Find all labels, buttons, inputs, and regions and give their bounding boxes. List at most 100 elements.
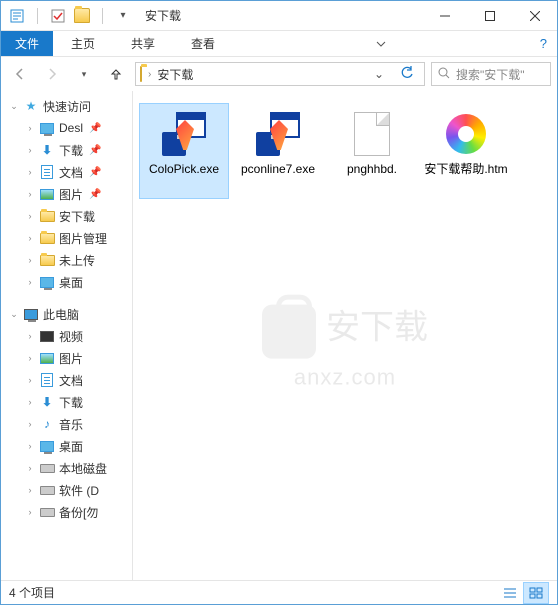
expand-icon[interactable]: ›: [25, 233, 35, 243]
chevron-right-icon[interactable]: ›: [148, 69, 151, 80]
item-count: 4 个项目: [9, 584, 55, 601]
sidebar-item-label: 图片管理: [59, 230, 107, 247]
sidebar-item-label: 安下载: [59, 208, 95, 225]
drive-icon: [39, 460, 55, 476]
sidebar-this-pc[interactable]: ⌄ 此电脑: [1, 303, 132, 325]
breadcrumb[interactable]: 安下载: [157, 66, 193, 83]
address-dropdown-icon[interactable]: ⌄: [370, 67, 388, 81]
expand-icon[interactable]: ›: [25, 419, 35, 429]
main-area: ⌄ ★ 快速访问 ›Desl📌›⬇下载📌›文档📌›图片📌›安下载›图片管理›未上…: [1, 91, 557, 580]
sidebar-item[interactable]: › 图片管理: [1, 227, 132, 249]
folder-icon[interactable]: [74, 8, 90, 24]
ribbon-expand-icon[interactable]: [366, 31, 396, 56]
separator: [37, 8, 38, 24]
expand-icon[interactable]: ›: [25, 211, 35, 221]
collapse-icon[interactable]: ⌄: [9, 309, 19, 320]
expand-icon[interactable]: ›: [25, 397, 35, 407]
recent-dropdown-icon[interactable]: ▾: [71, 61, 97, 87]
sidebar-item[interactable]: ›♪音乐: [1, 413, 132, 435]
folder-icon: [39, 208, 55, 224]
desktop-icon: [39, 438, 55, 454]
file-item[interactable]: pconline7.exe: [233, 103, 323, 199]
sidebar-item[interactable]: ›Desl📌: [1, 117, 132, 139]
navigation-pane[interactable]: ⌄ ★ 快速访问 ›Desl📌›⬇下载📌›文档📌›图片📌›安下载›图片管理›未上…: [1, 91, 133, 580]
expand-icon[interactable]: ›: [25, 277, 35, 287]
collapse-icon[interactable]: ⌄: [9, 101, 19, 112]
tab-home[interactable]: 主页: [53, 31, 113, 56]
quick-access-toolbar: ▾ 安下载: [1, 7, 181, 24]
sidebar-item[interactable]: ›⬇下载: [1, 391, 132, 413]
expand-icon[interactable]: ›: [25, 485, 35, 495]
expand-icon[interactable]: ›: [25, 353, 35, 363]
tab-view[interactable]: 查看: [173, 31, 233, 56]
expand-icon[interactable]: ›: [25, 375, 35, 385]
back-button[interactable]: [7, 61, 33, 87]
file-type-icon: [254, 110, 302, 158]
maximize-button[interactable]: [467, 1, 512, 31]
file-type-icon: [160, 110, 208, 158]
expand-icon[interactable]: ›: [25, 441, 35, 451]
sidebar-item[interactable]: ›桌面: [1, 435, 132, 457]
minimize-button[interactable]: [422, 1, 467, 31]
expand-icon[interactable]: ›: [25, 507, 35, 517]
close-button[interactable]: [512, 1, 557, 31]
details-view-button[interactable]: [497, 582, 523, 604]
sidebar-item[interactable]: ›⬇下载📌: [1, 139, 132, 161]
file-item[interactable]: ColoPick.exe: [139, 103, 229, 199]
star-icon: ★: [23, 98, 39, 114]
expand-icon[interactable]: ›: [25, 167, 35, 177]
forward-button[interactable]: [39, 61, 65, 87]
drive-icon: [39, 504, 55, 520]
pc-icon: [23, 306, 39, 322]
sidebar-item-label: 图片: [59, 186, 83, 203]
icons-view-button[interactable]: [523, 582, 549, 604]
sidebar-item-label: 快速访问: [43, 98, 91, 115]
sidebar-item[interactable]: ›图片: [1, 347, 132, 369]
tab-share[interactable]: 共享: [113, 31, 173, 56]
separator: [102, 8, 103, 24]
expand-icon[interactable]: ›: [25, 189, 35, 199]
expand-icon[interactable]: ›: [25, 123, 35, 133]
document-icon: [39, 164, 55, 180]
file-item[interactable]: pnghhbd.: [327, 103, 417, 199]
sidebar-quick-access[interactable]: ⌄ ★ 快速访问: [1, 95, 132, 117]
file-list[interactable]: 安下载 anxz.com ColoPick.exepconline7.exepn…: [133, 91, 557, 580]
sidebar-item[interactable]: ›软件 (D: [1, 479, 132, 501]
help-icon[interactable]: ?: [530, 31, 557, 56]
search-input[interactable]: 搜索"安下载": [431, 62, 551, 86]
video-icon: [39, 328, 55, 344]
search-placeholder: 搜索"安下载": [456, 66, 525, 83]
sidebar-item[interactable]: ›视频: [1, 325, 132, 347]
expand-icon[interactable]: ›: [25, 255, 35, 265]
file-tab[interactable]: 文件: [1, 31, 53, 56]
expand-icon[interactable]: ›: [25, 145, 35, 155]
expand-icon[interactable]: ›: [25, 331, 35, 341]
sidebar-item-label: 此电脑: [43, 306, 79, 323]
search-icon: [438, 67, 450, 82]
sidebar-item[interactable]: › 安下载: [1, 205, 132, 227]
folder-icon: [39, 252, 55, 268]
drive-icon: [39, 482, 55, 498]
address-bar[interactable]: › 安下载 ⌄: [135, 62, 425, 86]
refresh-icon[interactable]: [394, 66, 420, 83]
qat-dropdown-icon[interactable]: ▾: [115, 8, 131, 24]
sidebar-item[interactable]: ›文档📌: [1, 161, 132, 183]
download-icon: ⬇: [39, 142, 55, 158]
sidebar-item[interactable]: ›未上传: [1, 249, 132, 271]
sidebar-item-label: 桌面: [59, 274, 83, 291]
document-icon: [39, 372, 55, 388]
pin-icon: 📌: [89, 145, 101, 156]
sidebar-item[interactable]: ›图片📌: [1, 183, 132, 205]
file-item[interactable]: 安下载帮助.htm: [421, 103, 511, 199]
sidebar-item[interactable]: ›文档: [1, 369, 132, 391]
expand-icon[interactable]: ›: [25, 463, 35, 473]
properties-icon[interactable]: [9, 8, 25, 24]
sidebar-item[interactable]: › 桌面: [1, 271, 132, 293]
file-name: 安下载帮助.htm: [422, 162, 509, 176]
up-button[interactable]: [103, 61, 129, 87]
sidebar-item-label: 音乐: [59, 416, 83, 433]
watermark: 安下载 anxz.com: [262, 300, 428, 391]
sidebar-item[interactable]: ›备份[勿: [1, 501, 132, 523]
check-icon[interactable]: [50, 8, 66, 24]
sidebar-item[interactable]: ›本地磁盘: [1, 457, 132, 479]
